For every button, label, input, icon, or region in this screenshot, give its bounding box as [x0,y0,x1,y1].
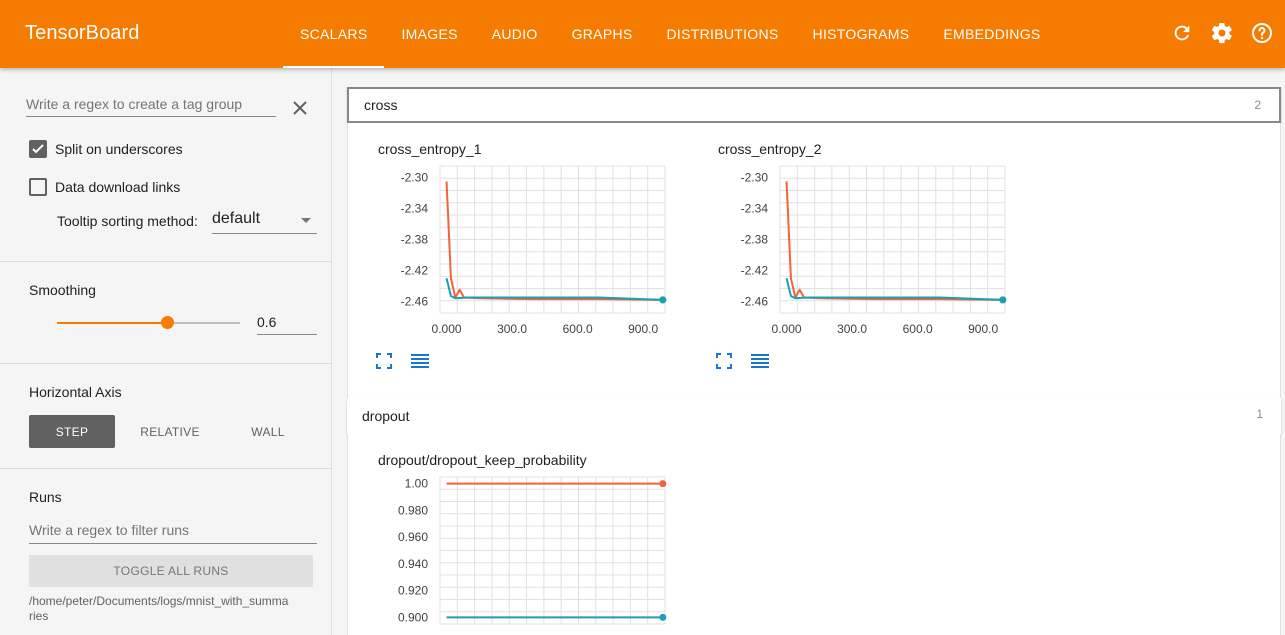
chart-card-cross-entropy-1: cross_entropy_1 -2.30 -2.34 -2.38 -2.42 -2.4… [348,141,668,391]
y-tick-label: -2.30 [401,171,429,185]
sidebar: Write a regex to create a tag group Spli… [0,68,332,635]
chart-cross-entropy-2[interactable]: -2.30 -2.34 -2.38 -2.42 -2.460.000 300.0 600.0… [688,161,1018,351]
smoothing-value-input[interactable]: 0.6 [257,314,317,335]
check-icon [32,144,44,154]
chart-title: dropout/dropout_keep_probability [378,452,587,468]
series-end-point-1 [659,613,667,621]
category-count: 1 [1256,407,1263,421]
top-app-bar: TensorBoard SCALARS IMAGES AUDIO GRAPHS … [0,0,1285,68]
y-tick-label: -2.38 [401,233,429,247]
y-tick-label: -2.34 [401,202,429,216]
split-underscores-row[interactable]: Split on underscores [29,140,183,158]
help-icon[interactable] [1249,20,1275,46]
y-tick-label: -2.42 [401,263,429,277]
chart-cross-entropy-1[interactable]: -2.30 -2.34 -2.38 -2.42 -2.460.000 300.0 600.0… [348,161,678,351]
y-tick-label: -2.46 [401,294,429,308]
axis-wall-button[interactable]: WALL [225,415,311,448]
app-title: TensorBoard [25,22,140,44]
horizontal-axis-title: Horizontal Axis [29,384,122,400]
smoothing-slider-knob[interactable] [160,316,174,329]
tooltip-sort-select[interactable]: default [212,210,317,234]
x-tick-label: 900.0 [968,322,998,336]
data-download-checkbox[interactable] [29,178,47,196]
x-tick-label: 300.0 [837,322,867,336]
smoothing-slider-fill [57,322,167,324]
category-name: cross [364,97,398,113]
refresh-icon[interactable] [1169,20,1195,46]
y-tick-label: -2.42 [741,263,769,277]
category-body-dropout: dropout/dropout_keep_probability 1.00 0.9… [347,434,1281,635]
y-tick-label: 0.920 [398,584,428,598]
smoothing-section [0,262,332,364]
split-underscores-checkbox[interactable] [29,140,47,158]
toggle-log-icon[interactable] [410,353,430,374]
settings-icon[interactable] [1209,20,1235,46]
tab-distributions[interactable]: DISTRIBUTIONS [650,0,796,68]
category-count: 2 [1254,98,1261,112]
axis-step-button[interactable]: STEP [29,415,115,448]
x-tick-label: 900.0 [628,322,658,336]
toggle-all-runs-button[interactable]: TOGGLE ALL RUNS [29,555,313,587]
category-header-dropout[interactable]: dropout 1 [347,398,1281,434]
chart-card-dropout: dropout/dropout_keep_probability 1.00 0.9… [348,452,668,635]
series-end-point-0 [659,480,667,488]
data-download-row[interactable]: Data download links [29,178,180,196]
data-download-label: Data download links [55,179,181,195]
tab-embeddings[interactable]: EMBEDDINGS [926,0,1057,68]
x-tick-label: 600.0 [903,322,933,336]
horizontal-axis-options: STEP RELATIVE WALL [29,415,323,448]
tooltip-sort-label: Tooltip sorting method: [57,213,198,229]
x-tick-label: 0.000 [432,322,462,336]
chart-title: cross_entropy_2 [718,141,822,157]
tag-group-section: Write a regex to create a tag group Spli… [0,68,332,262]
y-tick-label: 0.980 [398,503,428,517]
chart-title: cross_entropy_1 [378,141,482,157]
x-tick-label: 0.000 [772,322,802,336]
tab-scalars[interactable]: SCALARS [283,0,385,68]
dropdown-arrow-icon [301,218,311,223]
chart-dropout-keep-probability[interactable]: 1.00 0.980 0.960 0.940 0.920 0.900 [348,472,678,635]
dashboard-tabs: SCALARS IMAGES AUDIO GRAPHS DISTRIBUTION… [283,0,1058,68]
toggle-log-icon[interactable] [750,353,770,374]
series-end-point-1 [659,296,667,304]
tab-audio[interactable]: AUDIO [475,0,555,68]
y-tick-label: 0.900 [398,610,428,624]
tab-graphs[interactable]: GRAPHS [555,0,650,68]
tab-images[interactable]: IMAGES [384,0,474,68]
category-body-cross: cross_entropy_1 -2.30 -2.34 -2.38 -2.42 -2.4… [347,123,1281,398]
y-tick-label: 0.960 [398,530,428,544]
chart-grid [439,165,666,314]
y-tick-label: -2.46 [741,294,769,308]
close-icon[interactable] [290,98,310,118]
tab-histograms[interactable]: HISTOGRAMS [796,0,927,68]
runs-filter-input[interactable]: Write a regex to filter runs [29,522,317,544]
fullscreen-icon[interactable] [376,353,392,374]
runs-title: Runs [29,489,62,505]
smoothing-title: Smoothing [29,282,96,298]
x-tick-label: 600.0 [563,322,593,336]
y-tick-label: 1.00 [405,477,429,491]
run-path: /home/peter/Documents/logs/mnist_with_su… [29,594,289,623]
category-name: dropout [362,408,410,424]
chart-grid [779,165,1006,314]
y-tick-label: -2.38 [741,233,769,247]
chart-card-cross-entropy-2: cross_entropy_2 -2.30 -2.34 -2.38 -2.42 -2.4… [688,141,1008,391]
x-tick-label: 300.0 [497,322,527,336]
smoothing-slider[interactable] [57,316,240,329]
split-underscores-label: Split on underscores [55,141,183,157]
axis-relative-button[interactable]: RELATIVE [127,415,213,448]
series-end-point-1 [999,296,1007,304]
fullscreen-icon[interactable] [716,353,732,374]
category-header-cross[interactable]: cross 2 [347,87,1281,123]
tag-regex-input[interactable]: Write a regex to create a tag group [26,96,276,117]
y-tick-label: -2.30 [741,171,769,185]
tooltip-sort-value: default [212,210,261,227]
y-tick-label: -2.34 [741,202,769,216]
y-tick-label: 0.940 [398,557,428,571]
chart-grid [439,476,666,625]
